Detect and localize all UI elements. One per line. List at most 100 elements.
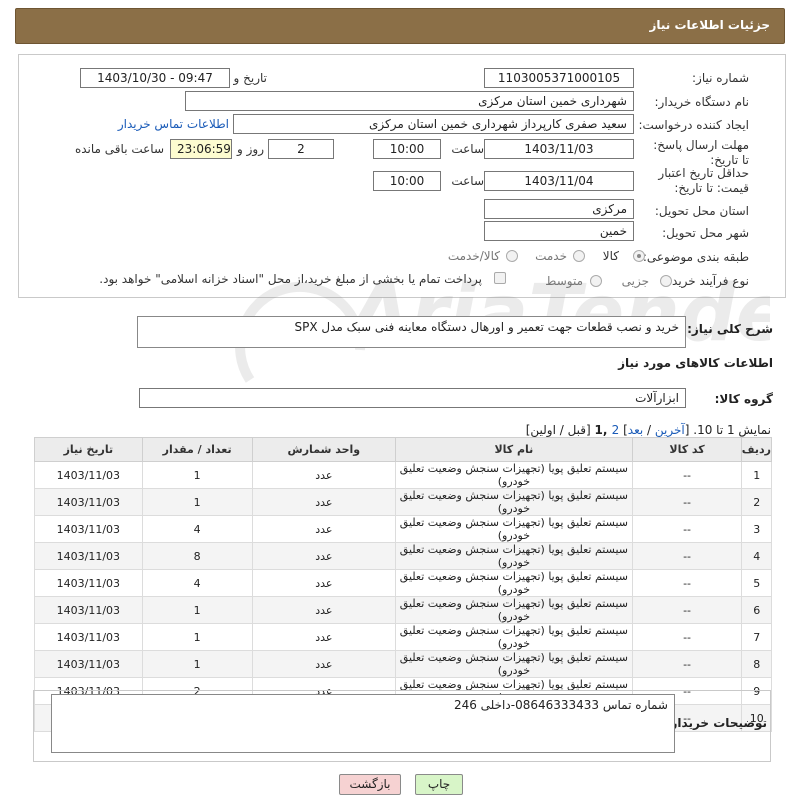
delivery-city-field: خمین: [484, 221, 634, 241]
pager-mid: ]: [619, 423, 628, 437]
table-row: 7 -- سیستم تعلیق پویا (تجهیزات سنجش وضعیت …: [34, 623, 772, 651]
buyer-contact-link[interactable]: اطلاعات تماس خریدار: [118, 117, 229, 131]
row-number-cell: 5: [741, 569, 772, 597]
quantity-cell: 4: [141, 569, 253, 597]
goods-name-cell: سیستم تعلیق پویا (تجهیزات سنجش وضعیت تعل…: [395, 488, 633, 516]
goods-name-cell: سیستم تعلیق پویا (تجهیزات سنجش وضعیت تعل…: [395, 623, 633, 651]
requester-field: سعید صفری کارپرداز شهرداری خمین استان مر…: [233, 114, 634, 134]
page-title: جزئیات اطلاعات نیاز: [649, 18, 770, 32]
price-validity-time-label: ساعت: [451, 174, 484, 188]
unit-cell: عدد: [251, 596, 397, 624]
row-number-cell: 2: [741, 488, 772, 516]
quantity-cell: 8: [141, 542, 253, 570]
unit-cell: عدد: [251, 515, 397, 543]
col-header-row: ردیف: [741, 437, 772, 462]
goods-code-cell: --: [631, 488, 743, 516]
goods-table-header: ردیف کد کالا نام کالا واحد شمارش تعداد /…: [34, 437, 772, 462]
col-header-code: کد کالا: [631, 437, 743, 462]
goods-name-cell: سیستم تعلیق پویا (تجهیزات سنجش وضعیت تعل…: [395, 461, 633, 489]
goods-table: ردیف کد کالا نام کالا واحد شمارش تعداد /…: [34, 437, 772, 732]
treasury-payment-checkbox[interactable]: [494, 272, 506, 284]
price-validity-label: حداقل تاریخ اعتبار قیمت: تا تاریخ:: [658, 166, 749, 195]
unit-cell: عدد: [251, 488, 397, 516]
unit-cell: عدد: [251, 569, 397, 597]
unit-cell: عدد: [251, 650, 397, 678]
process-radio-minor[interactable]: [660, 275, 672, 287]
goods-code-cell: --: [631, 461, 743, 489]
goods-info-title: اطلاعات کالاهای مورد نیاز: [618, 356, 773, 370]
pager-last-link[interactable]: آخرین: [655, 423, 685, 437]
category-option-goods-service: کالا/خدمت: [447, 249, 500, 263]
pagination: نمایش 1 تا 10. [آخرین / بعد] 2 ,1 [قبل /…: [526, 423, 771, 437]
row-number-cell: 1: [741, 461, 772, 489]
pager-current-page: ,1: [594, 423, 612, 437]
process-option-minor: جزیی: [621, 274, 649, 288]
table-row: 5 -- سیستم تعلیق پویا (تجهیزات سنجش وضعیت …: [34, 569, 772, 597]
pager-suffix: [قبل / اولین]: [525, 423, 595, 437]
quantity-cell: 1: [141, 461, 253, 489]
quantity-cell: 4: [141, 515, 253, 543]
category-radio-goods-service[interactable]: [506, 250, 518, 262]
goods-group-field: ابزارآلات: [139, 388, 686, 408]
reply-date-field: 1403/11/03: [484, 139, 634, 159]
category-radio-goods[interactable]: [633, 250, 645, 262]
buyer-notes-field: شماره تماس 08646333433-داخلی 246: [51, 694, 675, 753]
category-label: طبقه بندی موضوعی:: [642, 250, 749, 264]
unit-cell: عدد: [251, 542, 397, 570]
need-date-cell: 1403/11/03: [34, 650, 143, 678]
print-button[interactable]: چاپ: [415, 774, 463, 795]
need-number-field: 1103005371000105: [484, 68, 634, 88]
row-number-cell: 6: [741, 596, 772, 624]
announce-datetime-field: 1403/10/30 - 09:47: [80, 68, 230, 88]
process-option-medium: متوسط: [545, 274, 583, 288]
goods-name-cell: سیستم تعلیق پویا (تجهیزات سنجش وضعیت تعل…: [395, 650, 633, 678]
row-number-cell: 3: [741, 515, 772, 543]
goods-name-cell: سیستم تعلیق پویا (تجهیزات سنجش وضعیت تعل…: [395, 569, 633, 597]
price-validity-date-field: 1403/11/04: [484, 171, 634, 191]
category-option-service: خدمت: [535, 249, 567, 263]
row-number-cell: 4: [741, 542, 772, 570]
purchase-process-label: نوع فرآیند خرید :: [664, 274, 749, 288]
table-row: 8 -- سیستم تعلیق پویا (تجهیزات سنجش وضعیت …: [34, 650, 772, 678]
need-date-cell: 1403/11/03: [34, 515, 143, 543]
col-header-date: تاریخ نیاز: [34, 437, 143, 462]
need-date-cell: 1403/11/03: [34, 596, 143, 624]
goods-code-cell: --: [631, 650, 743, 678]
reply-deadline-label: مهلت ارسال پاسخ: تا تاریخ:: [653, 138, 749, 167]
goods-name-cell: سیستم تعلیق پویا (تجهیزات سنجش وضعیت تعل…: [395, 542, 633, 570]
delivery-province-field: مرکزی: [484, 199, 634, 219]
table-row: 2 -- سیستم تعلیق پویا (تجهیزات سنجش وضعیت …: [34, 488, 772, 516]
col-header-unit: واحد شمارش: [251, 437, 397, 462]
back-button[interactable]: بازگشت: [339, 774, 401, 795]
pager-sep: /: [643, 423, 655, 437]
delivery-province-label: استان محل تحویل:: [654, 204, 749, 218]
page-header: جزئیات اطلاعات نیاز: [15, 8, 785, 44]
pager-next-link[interactable]: بعد: [628, 423, 643, 437]
table-row: 4 -- سیستم تعلیق پویا (تجهیزات سنجش وضعیت …: [34, 542, 772, 570]
buyer-org-field: شهرداری خمین استان مرکزی: [185, 91, 634, 111]
row-number-cell: 8: [741, 650, 772, 678]
summary-field: خرید و نصب قطعات جهت تعمیر و اورهال دستگ…: [137, 316, 686, 348]
reply-time-label: ساعت: [451, 142, 484, 156]
goods-name-cell: سیستم تعلیق پویا (تجهیزات سنجش وضعیت تعل…: [395, 515, 633, 543]
process-radio-medium[interactable]: [590, 275, 602, 287]
buyer-org-label: نام دستگاه خریدار:: [654, 95, 750, 109]
goods-name-cell: سیستم تعلیق پویا (تجهیزات سنجش وضعیت تعل…: [395, 596, 633, 624]
need-date-cell: 1403/11/03: [34, 569, 143, 597]
delivery-city-label: شهر محل تحویل:: [662, 226, 749, 240]
table-row: 1 -- سیستم تعلیق پویا (تجهیزات سنجش وضعیت …: [34, 461, 772, 489]
category-radio-service[interactable]: [573, 250, 585, 262]
need-date-cell: 1403/11/03: [34, 461, 143, 489]
remaining-time-field: 23:06:59: [170, 139, 232, 159]
remaining-time-label: ساعت باقی مانده: [74, 142, 164, 156]
price-validity-time-field: 10:00: [373, 171, 441, 191]
need-date-cell: 1403/11/03: [34, 488, 143, 516]
goods-code-cell: --: [631, 569, 743, 597]
need-date-cell: 1403/11/03: [34, 623, 143, 651]
category-option-goods: کالا: [602, 249, 619, 263]
pager-prefix: نمایش 1 تا 10. [: [684, 423, 771, 437]
goods-code-cell: --: [631, 515, 743, 543]
col-header-qty: تعداد / مقدار: [141, 437, 253, 462]
quantity-cell: 1: [141, 623, 253, 651]
need-number-label: شماره نیاز:: [692, 71, 749, 85]
